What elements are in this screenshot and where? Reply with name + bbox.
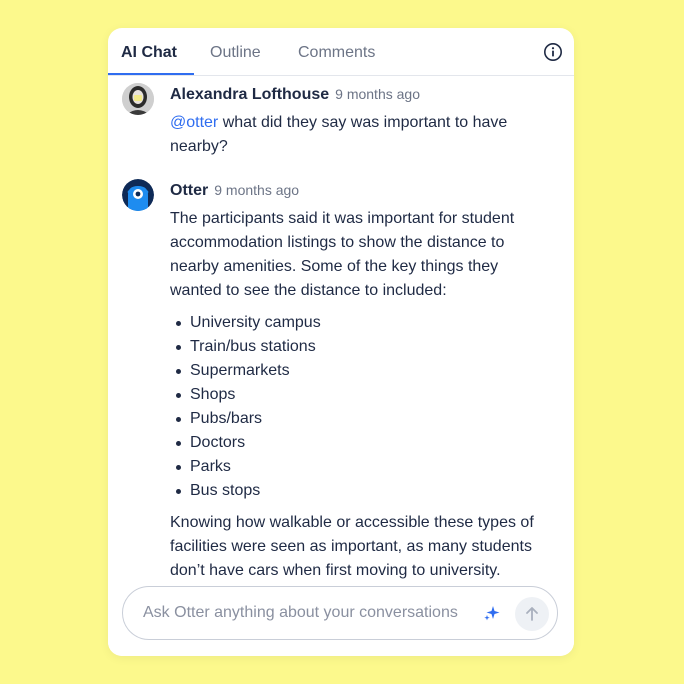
message-text: nearby? xyxy=(170,138,228,155)
list-item: Bus stops xyxy=(170,479,555,503)
message-text: wanted to see the distance to included: xyxy=(170,282,447,299)
author-name: Otter xyxy=(170,182,209,199)
list-item: Supermarkets xyxy=(170,359,555,383)
message-text: what did they say was important to have xyxy=(218,114,508,131)
list-item: University campus xyxy=(170,311,555,335)
list-item: Parks xyxy=(170,455,555,479)
message-text: accommodation listings to show the dista… xyxy=(170,234,505,251)
user-photo-icon xyxy=(122,83,154,115)
chat-input[interactable]: Ask Otter anything about your conversati… xyxy=(122,586,558,640)
chat-panel: AI Chat Outline Comments Alexandra Lofth… xyxy=(108,28,574,656)
bullet-list: University campus Train/bus stations Sup… xyxy=(170,311,555,503)
message-text: nearby amenities. Some of the key things… xyxy=(170,258,499,275)
active-tab-indicator xyxy=(108,73,194,75)
tab-bar: AI Chat Outline Comments xyxy=(108,28,574,76)
avatar xyxy=(122,179,154,211)
message-author: Alexandra Lofthouse 9 months ago xyxy=(170,86,420,104)
message-body: The participants said it was important f… xyxy=(170,207,555,583)
list-item: Shops xyxy=(170,383,555,407)
tab-ai-chat[interactable]: AI Chat xyxy=(121,44,177,62)
list-item: Doctors xyxy=(170,431,555,455)
list-item: Train/bus stations xyxy=(170,335,555,359)
message-author: Otter 9 months ago xyxy=(170,182,299,200)
message-timestamp: 9 months ago xyxy=(335,86,420,102)
author-name: Alexandra Lofthouse xyxy=(170,86,330,103)
tab-outline[interactable]: Outline xyxy=(210,44,261,62)
send-button[interactable] xyxy=(515,597,549,631)
avatar xyxy=(122,83,154,115)
arrow-up-icon xyxy=(526,607,538,621)
input-placeholder: Ask Otter anything about your conversati… xyxy=(143,604,458,621)
list-item: Pubs/bars xyxy=(170,407,555,431)
message-text: facilities were seen as important, as ma… xyxy=(170,538,532,555)
mention-link[interactable]: @otter xyxy=(170,114,218,131)
message-text: The participants said it was important f… xyxy=(170,210,515,227)
message-timestamp: 9 months ago xyxy=(214,182,300,198)
message-body: @otter what did they say was important t… xyxy=(170,111,555,159)
message-text: don’t have cars when first moving to uni… xyxy=(170,562,501,579)
sparkle-icon xyxy=(484,606,500,621)
otter-logo-icon xyxy=(122,179,154,211)
message-text: Knowing how walkable or accessible these… xyxy=(170,514,534,531)
tab-comments[interactable]: Comments xyxy=(298,44,375,62)
info-icon[interactable] xyxy=(543,42,563,62)
